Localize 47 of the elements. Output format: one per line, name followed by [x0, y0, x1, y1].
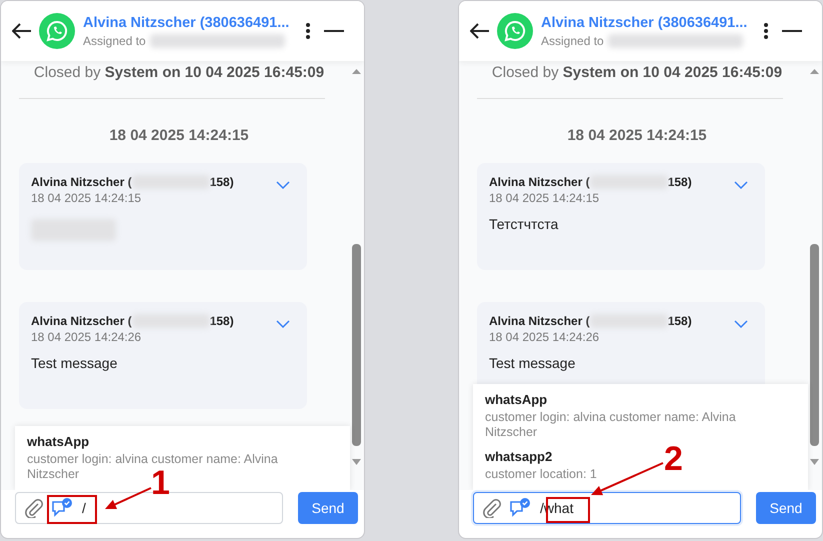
message-time: 18 04 2025 14:24:26 — [31, 330, 142, 344]
chevron-down-icon[interactable] — [734, 181, 748, 189]
paperclip-icon[interactable] — [24, 498, 44, 518]
message-template-icon[interactable] — [51, 497, 73, 519]
sender-name: Alvina Nitzscher ( — [489, 175, 590, 189]
sender-name: Alvina Nitzscher ( — [31, 175, 132, 189]
date-separator: 18 04 2025 14:24:15 — [108, 127, 250, 144]
chevron-down-icon[interactable] — [276, 320, 290, 328]
highlight-frame — [47, 495, 97, 524]
suggestion-title[interactable]: whatsApp — [485, 392, 548, 407]
assigned-label: Assigned to — [83, 34, 146, 48]
chat-app-logo-icon — [497, 13, 533, 49]
pointer-arrow — [105, 487, 152, 509]
message-text: Test message — [31, 355, 118, 371]
suggestion-title[interactable]: whatsApp — [27, 434, 90, 449]
assigned-label: Assigned to — [541, 34, 604, 48]
chevron-down-icon[interactable] — [734, 320, 748, 328]
suggestion-title[interactable]: whatsapp2 — [485, 449, 552, 464]
message-text: Тетстчтста — [489, 216, 560, 232]
date-separator: 18 04 2025 14:24:15 — [566, 127, 708, 144]
chat-app-logo-icon — [39, 13, 75, 49]
message-time: 18 04 2025 14:24:26 — [489, 330, 600, 344]
send-button[interactable]: Send — [298, 492, 358, 524]
sender-phone: 158) — [210, 175, 234, 189]
message-time: 18 04 2025 14:24:15 — [31, 191, 142, 205]
message-template-icon[interactable] — [509, 497, 531, 519]
message-text: Test message — [489, 355, 576, 371]
step-number: 2 — [664, 441, 683, 477]
paperclip-icon[interactable] — [482, 498, 502, 518]
suggestion-description: customer login: alvina customer name: Alvina Nitzscher — [485, 410, 737, 440]
back-arrow-icon[interactable] — [12, 23, 32, 39]
message-time: 18 04 2025 14:24:15 — [489, 191, 600, 205]
chevron-down-icon[interactable] — [276, 181, 290, 189]
closed-note: Closed by System on 10 04 2025 16:45:09 — [490, 64, 784, 81]
sender-name: Alvina Nitzscher ( — [489, 314, 590, 328]
sender-phone: 158) — [668, 175, 692, 189]
sender-phone: 158) — [668, 314, 692, 328]
sender-phone: 158) — [210, 314, 234, 328]
more-options-icon[interactable] — [306, 23, 310, 39]
send-button[interactable]: Send — [756, 492, 816, 524]
more-options-icon[interactable] — [764, 23, 768, 39]
contact-title[interactable]: Alvina Nitzscher (380636491... — [541, 14, 759, 30]
contact-title[interactable]: Alvina Nitzscher (380636491... — [83, 14, 301, 30]
sender-name: Alvina Nitzscher ( — [31, 314, 132, 328]
suggestion-description: customer location: 1 — [485, 467, 597, 482]
back-arrow-icon[interactable] — [470, 23, 490, 39]
closed-note: Closed by System on 10 04 2025 16:45:09 — [32, 64, 326, 81]
